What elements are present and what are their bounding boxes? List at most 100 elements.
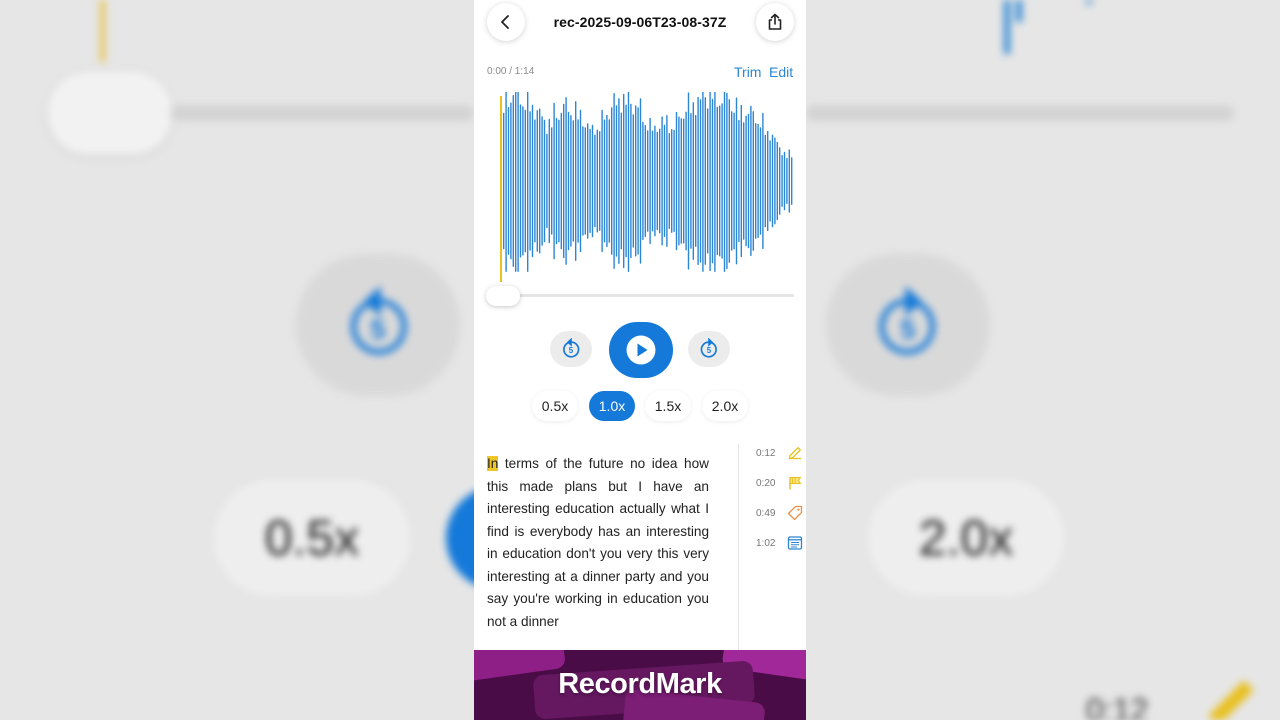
marker-row[interactable]: 0:49 xyxy=(756,504,804,522)
waveform-bar xyxy=(771,134,774,228)
waveform-bar xyxy=(651,130,654,232)
waveform-bar xyxy=(536,110,538,252)
waveform-bar xyxy=(769,140,771,222)
waveform-bar xyxy=(738,119,740,243)
waveform-bar xyxy=(529,111,531,251)
forward-5-icon: 5 xyxy=(700,338,717,358)
waveform-bar xyxy=(503,112,505,250)
waveform-bar xyxy=(637,107,639,255)
waveform-bar xyxy=(575,101,577,261)
waveform-bar xyxy=(611,107,613,255)
waveform-bar xyxy=(558,119,560,243)
speed-1.5x-button[interactable]: 1.5x xyxy=(645,391,691,421)
waveform-bar xyxy=(601,109,603,253)
marker-row[interactable]: 0:12 xyxy=(756,444,804,462)
scrub-thumb[interactable] xyxy=(486,286,520,306)
waveform-bar xyxy=(723,92,726,272)
waveform-bar xyxy=(570,115,572,247)
speed-1.0x-button[interactable]: 1.0x xyxy=(589,391,635,421)
waveform-bar xyxy=(692,102,694,260)
waveform-bar xyxy=(572,120,574,242)
forward-5-button[interactable]: 5 xyxy=(688,331,730,367)
rewind-5-icon: 5 xyxy=(563,338,580,358)
waveform-bar xyxy=(579,109,582,253)
waveform-bar xyxy=(567,111,570,251)
waveform-bar xyxy=(683,118,685,244)
waveform[interactable] xyxy=(474,92,806,284)
waveform-bar xyxy=(704,97,706,265)
waveform-bar xyxy=(565,97,567,265)
chevron-left-icon xyxy=(501,15,509,29)
waveform-bar xyxy=(531,104,534,258)
waveform-bar xyxy=(743,122,745,240)
bg-speed-left: 0.5x xyxy=(214,480,410,596)
waveform-bar xyxy=(615,105,618,257)
waveform-bar xyxy=(786,158,788,204)
waveform-bar xyxy=(618,98,620,264)
waveform-bar xyxy=(731,111,733,251)
waveform-bar xyxy=(656,131,658,231)
waveform-bar xyxy=(709,92,711,272)
list-icon xyxy=(786,534,804,552)
marker-row[interactable]: 1:02 xyxy=(756,534,804,552)
waveform-bar xyxy=(661,116,663,246)
waveform-bar xyxy=(507,107,510,255)
marker-time: 0:20 xyxy=(756,477,776,489)
waveform-bar xyxy=(553,102,555,260)
waveform-bar xyxy=(726,92,728,270)
waveform-bar xyxy=(635,105,637,257)
waveform-bar xyxy=(524,109,526,253)
marker-row[interactable]: 0:20 xyxy=(756,474,804,492)
playhead[interactable] xyxy=(500,96,502,282)
waveform-bar xyxy=(791,157,793,205)
waveform-bar xyxy=(714,92,716,272)
waveform-bar xyxy=(668,133,670,229)
bg-forward-button: 5 xyxy=(826,254,990,396)
current-word-highlight: In xyxy=(487,456,499,471)
play-button[interactable] xyxy=(609,322,673,378)
svg-text:5: 5 xyxy=(707,346,712,355)
waveform-bar xyxy=(716,106,718,256)
trim-button[interactable]: Trim xyxy=(734,64,761,80)
speed-0.5x-button[interactable]: 0.5x xyxy=(532,391,578,421)
waveform-bar xyxy=(695,114,697,248)
waveform-bar xyxy=(690,113,692,249)
waveform-bar xyxy=(541,116,543,246)
waveform-bar xyxy=(728,99,730,263)
waveform-bar xyxy=(644,125,646,238)
svg-text:5: 5 xyxy=(569,346,574,355)
waveform-bar xyxy=(627,92,630,272)
back-button[interactable] xyxy=(487,3,525,41)
waveform-bar xyxy=(587,123,589,239)
waveform-bar xyxy=(548,118,550,244)
waveform-bar xyxy=(647,130,649,232)
waveform-bar xyxy=(546,133,548,229)
transcript[interactable]: In terms of the future no idea how this … xyxy=(487,453,709,633)
waveform-bar xyxy=(630,103,632,259)
waveform-bar xyxy=(654,125,656,237)
waveform-bar xyxy=(685,111,687,251)
waveform-bar xyxy=(699,99,702,263)
waveform-bar xyxy=(671,129,673,233)
bg-rewind-icon: 5 xyxy=(350,287,407,355)
waveform-bar xyxy=(740,104,742,258)
waveform-bar xyxy=(781,155,783,207)
bg-playhead xyxy=(100,0,105,62)
speed-2.0x-button[interactable]: 2.0x xyxy=(702,391,748,421)
marker-time: 0:49 xyxy=(756,507,776,519)
waveform-bar xyxy=(596,129,598,233)
rewind-5-button[interactable]: 5 xyxy=(550,331,592,367)
waveform-bar xyxy=(752,111,754,251)
waveform-bar xyxy=(620,112,622,250)
waveform-bar xyxy=(673,129,675,233)
waveform-bar xyxy=(603,119,606,243)
waveform-bar xyxy=(747,113,750,249)
waveform-bar xyxy=(599,131,601,231)
share-button[interactable] xyxy=(756,3,794,41)
scrub-track[interactable] xyxy=(494,294,794,297)
waveform-bar xyxy=(707,108,709,254)
edit-button[interactable]: Edit xyxy=(769,64,793,80)
waveform-bar xyxy=(745,115,747,247)
waveform-bar xyxy=(783,151,786,211)
waveform-bar xyxy=(519,104,522,258)
